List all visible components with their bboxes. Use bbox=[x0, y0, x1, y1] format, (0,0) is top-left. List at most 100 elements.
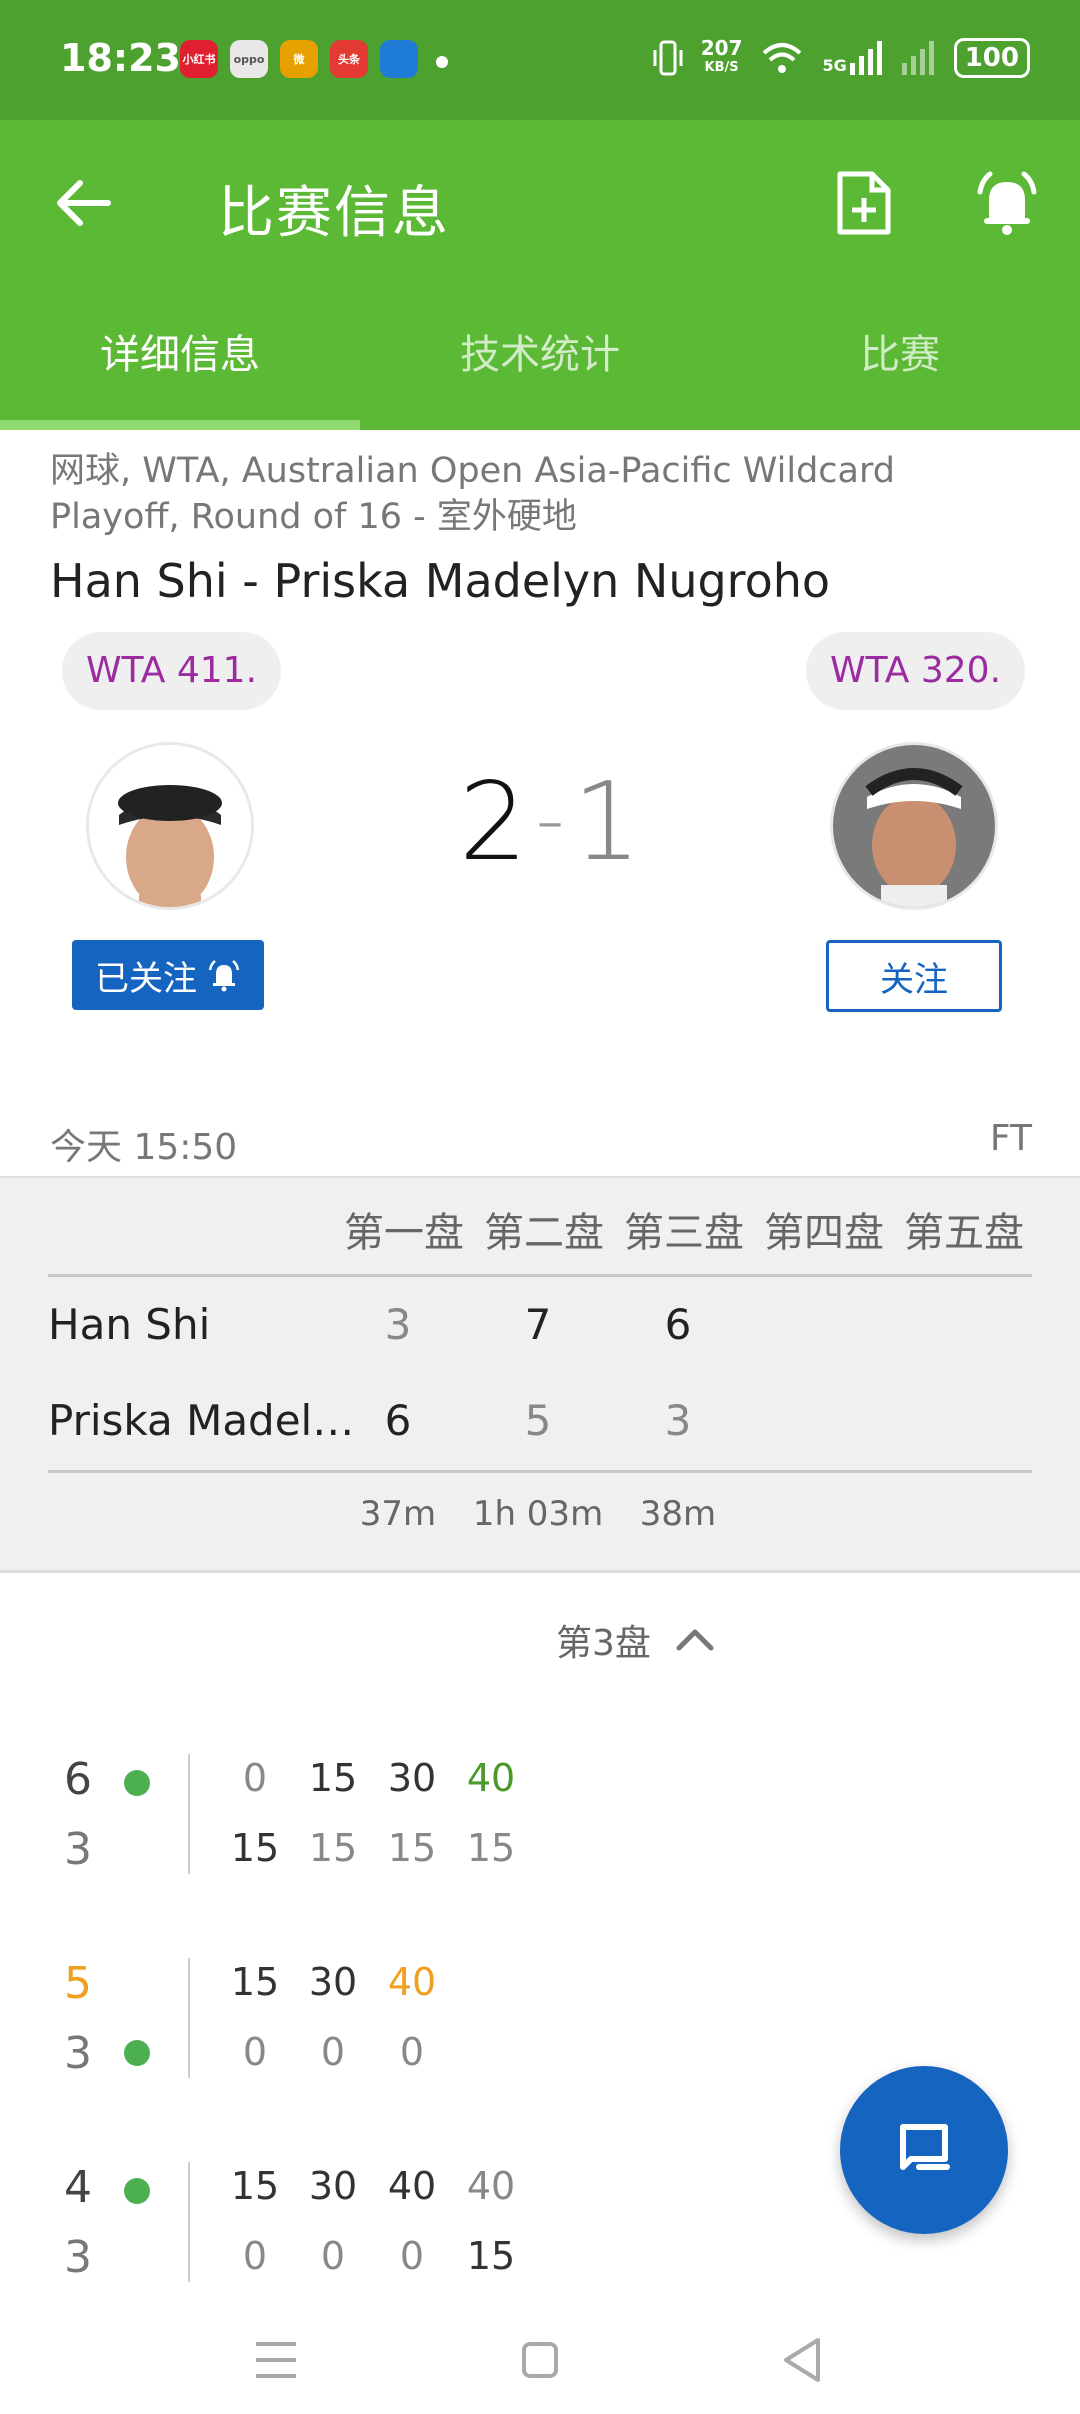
serve-indicator bbox=[124, 2040, 150, 2066]
game-row: 5 3 15 30 40 0 0 0 bbox=[0, 1958, 1080, 2079]
tab-match[interactable]: 比赛 bbox=[720, 280, 1080, 430]
player-name: Han Shi bbox=[48, 1300, 211, 1349]
page-title: 比赛信息 bbox=[218, 181, 450, 246]
notification-icons: 小红书 oppo 微 头条 bbox=[180, 40, 418, 78]
match-datetime: 今天 15:50 bbox=[50, 1127, 238, 1168]
chevron-up-icon bbox=[676, 1629, 714, 1651]
set-score: 5 bbox=[524, 1396, 552, 1445]
set-duration: 1h 03m bbox=[472, 1494, 604, 1534]
point-score: 15 bbox=[230, 1960, 280, 2004]
status-bar: 18:23 小红书 oppo 微 头条 207 KB/S 5G 100 bbox=[0, 0, 1080, 120]
point-score: 15 bbox=[230, 1826, 280, 1870]
set-duration: 37m bbox=[359, 1494, 437, 1534]
menu-icon[interactable] bbox=[246, 2330, 306, 2390]
set-score: 3 bbox=[384, 1300, 412, 1349]
set-score: 3 bbox=[664, 1396, 692, 1445]
point-score: 15 bbox=[308, 1756, 358, 1800]
player1-avatar[interactable] bbox=[86, 742, 254, 910]
player2-rank-badge[interactable]: WTA 320. bbox=[806, 632, 1026, 710]
xiaohongshu-icon: 小红书 bbox=[180, 40, 218, 78]
game-score-bottom: 3 bbox=[64, 2232, 92, 2283]
point-score: 0 bbox=[320, 2030, 346, 2074]
set-selector[interactable]: 第3盘 bbox=[556, 1614, 715, 1666]
match-name: Han Shi - Priska Madelyn Nugroho bbox=[50, 554, 831, 608]
point-score: 15 bbox=[466, 1826, 516, 1870]
bell-ring-icon bbox=[208, 960, 240, 992]
point-score: 0 bbox=[399, 2234, 425, 2278]
set-header-1: 第一盘 bbox=[344, 1210, 464, 1256]
system-nav-bar bbox=[0, 2300, 1080, 2414]
point-score: 0 bbox=[242, 2030, 268, 2074]
set-header-4: 第四盘 bbox=[764, 1210, 884, 1256]
player2-avatar[interactable] bbox=[830, 742, 998, 910]
score-separator: - bbox=[535, 773, 565, 866]
set-header-3: 第三盘 bbox=[624, 1210, 744, 1256]
match-status: FT bbox=[989, 1118, 1032, 1159]
serve-indicator bbox=[124, 2178, 150, 2204]
home-icon[interactable] bbox=[510, 2330, 570, 2390]
point-score: 15 bbox=[387, 1826, 437, 1870]
game-row: 6 3 0 15 30 40 15 15 15 15 bbox=[0, 1754, 1080, 1875]
net-speed: 207 KB/S bbox=[700, 36, 743, 75]
divider bbox=[188, 1754, 190, 1874]
follow-button[interactable]: 关注 bbox=[826, 940, 1002, 1012]
set-score: 6 bbox=[664, 1300, 692, 1349]
divider bbox=[188, 2162, 190, 2282]
back-nav-icon[interactable] bbox=[774, 2330, 834, 2390]
score-right: 1 bbox=[572, 760, 642, 885]
point-score: 0 bbox=[399, 2030, 425, 2074]
player1-rank-badge[interactable]: WTA 411. bbox=[62, 632, 282, 710]
game-score-top: 6 bbox=[64, 1754, 92, 1805]
score-left: 2 bbox=[458, 760, 528, 885]
set-header-2: 第二盘 bbox=[484, 1210, 604, 1256]
toutiao-icon: 头条 bbox=[330, 40, 368, 78]
following-label: 已关注 bbox=[95, 958, 197, 999]
game-score-top: 5 bbox=[64, 1958, 92, 2009]
point-score: 0 bbox=[320, 2234, 346, 2278]
app-bar: 比赛信息 bbox=[0, 120, 1080, 280]
point-score: 40 bbox=[466, 1756, 516, 1800]
comments-button[interactable] bbox=[840, 2066, 1008, 2234]
game-score-bottom: 3 bbox=[64, 2028, 92, 2079]
player-name: Priska Madel… bbox=[48, 1396, 355, 1445]
app-icon bbox=[380, 40, 418, 78]
point-score: 0 bbox=[242, 1756, 268, 1800]
back-arrow-icon[interactable] bbox=[50, 168, 120, 238]
add-document-icon[interactable] bbox=[830, 168, 896, 238]
point-score: 40 bbox=[466, 2164, 516, 2208]
point-score: 40 bbox=[387, 2164, 437, 2208]
divider bbox=[188, 1958, 190, 2078]
bell-ring-icon[interactable] bbox=[972, 168, 1042, 238]
signal-icon bbox=[901, 41, 934, 75]
signal-5g-icon: 5G bbox=[822, 41, 883, 75]
divider bbox=[48, 1274, 1032, 1277]
vibrate-icon bbox=[653, 40, 683, 76]
wifi-icon bbox=[763, 43, 802, 73]
tab-details[interactable]: 详细信息 bbox=[0, 280, 360, 430]
game-score-bottom: 3 bbox=[64, 1824, 92, 1875]
set-selector-label: 第3盘 bbox=[556, 1623, 651, 1664]
point-score: 30 bbox=[308, 1960, 358, 2004]
battery-icon: 100 bbox=[953, 38, 1030, 78]
game-score-top: 4 bbox=[64, 2162, 92, 2213]
match-meta: 网球, WTA, Australian Open Asia-Pacific Wi… bbox=[50, 451, 895, 537]
point-score: 15 bbox=[230, 2164, 280, 2208]
set-header-5: 第五盘 bbox=[904, 1210, 1024, 1256]
point-score: 15 bbox=[308, 1826, 358, 1870]
point-score: 0 bbox=[242, 2234, 268, 2278]
tab-stats[interactable]: 技术统计 bbox=[360, 280, 720, 430]
point-score: 30 bbox=[387, 1756, 437, 1800]
set-score: 6 bbox=[384, 1396, 412, 1445]
chat-icon bbox=[900, 2124, 950, 2170]
point-score: 30 bbox=[308, 2164, 358, 2208]
match-score: 2 -1 bbox=[430, 760, 670, 885]
divider bbox=[48, 1470, 1032, 1473]
status-indicators: 207 KB/S 5G 100 bbox=[653, 38, 1030, 78]
serve-indicator bbox=[124, 1770, 150, 1796]
set-score-table: 第一盘 第二盘 第三盘 第四盘 第五盘 Han Shi 3 7 6 Priska… bbox=[0, 1176, 1080, 1573]
set-score: 7 bbox=[524, 1300, 552, 1349]
point-score: 40 bbox=[387, 1960, 437, 2004]
following-button[interactable]: 已关注 bbox=[72, 940, 264, 1010]
oppo-icon: oppo bbox=[230, 40, 268, 78]
more-notifications-dot bbox=[436, 56, 448, 68]
